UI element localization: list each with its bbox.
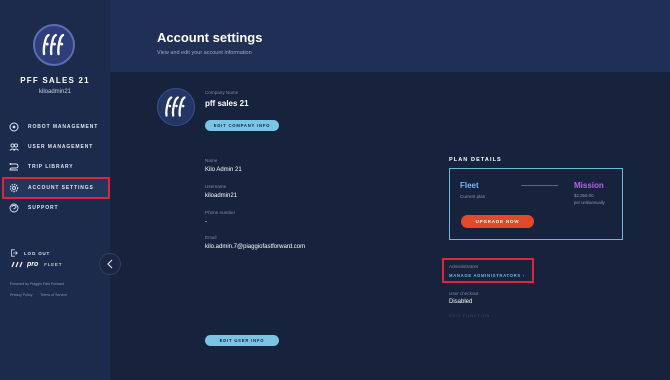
sidebar-item-trip-library[interactable]: TRIP LIBRARY <box>4 158 108 176</box>
sidebar-item-label: ACCOUNT SETTINGS <box>28 185 94 191</box>
username-label: Username <box>205 184 227 189</box>
phone-label: Phone number <box>205 210 236 215</box>
administrators-label: Administrators <box>449 264 479 269</box>
logout-button[interactable]: LOG OUT <box>10 249 50 257</box>
user-checkout-label: User checkout <box>449 291 479 296</box>
sidebar-item-account-settings[interactable]: ACCOUNT SETTINGS <box>2 177 110 199</box>
support-icon <box>8 202 20 214</box>
name-value: Kilo Admin 21 <box>205 167 242 173</box>
collapse-sidebar-button[interactable] <box>99 253 121 275</box>
upgrade-plan-period: per unit/annually <box>574 200 605 205</box>
current-plan-name: Fleet <box>460 181 479 190</box>
sidebar: PFF SALES 21 kiloadmin21 ROBOT MANAGEMEN… <box>0 0 110 380</box>
phone-value: - <box>205 219 207 225</box>
page-title: Account settings <box>157 30 263 45</box>
logout-icon <box>11 249 18 257</box>
user-checkout-value: Disabled <box>449 299 473 305</box>
page-subtitle: View and edit your account information <box>157 50 252 56</box>
pff-wordmark-icon <box>11 261 23 268</box>
plan-details-title: PLAN DETAILS <box>449 157 502 163</box>
current-plan-label: Current plan <box>460 194 486 199</box>
company-name: pff sales 21 <box>205 99 249 108</box>
company-name-label: Company Name <box>205 90 239 95</box>
edit-company-info-button[interactable]: EDIT COMPANY INFO <box>205 120 279 131</box>
sidebar-item-label: TRIP LIBRARY <box>28 164 74 170</box>
users-icon <box>8 141 20 153</box>
upgrade-plan-name: Mission <box>574 181 604 190</box>
legal-links: Privacy Policy Terms of Service <box>10 293 67 297</box>
terms-link[interactable]: Terms of Service <box>40 293 67 297</box>
administrators-highlight <box>442 258 534 283</box>
sidebar-item-label: USER MANAGEMENT <box>28 144 94 150</box>
powered-by: Powered by Piaggio Fast Forward <box>10 282 65 286</box>
sidebar-item-user-management[interactable]: USER MANAGEMENT <box>4 138 108 156</box>
company-logo <box>157 88 195 126</box>
edit-user-info-button[interactable]: EDIT USER INFO <box>205 335 279 346</box>
plan-divider <box>521 185 558 186</box>
sidebar-item-label: ROBOT MANAGEMENT <box>28 124 99 130</box>
privacy-link[interactable]: Privacy Policy <box>10 293 32 297</box>
username-value: kiloadmin21 <box>205 193 238 199</box>
brand-logo: pro FLEET <box>10 261 62 268</box>
chevron-left-icon <box>107 259 113 269</box>
page-header: Account settings View and edit your acco… <box>110 0 670 72</box>
pff-logo-icon <box>42 33 65 56</box>
robot-icon <box>8 121 20 133</box>
manage-administrators-link[interactable]: MANAGE ADMINISTRATORS › <box>449 273 525 278</box>
brand-pro: pro <box>27 261 39 268</box>
logout-label: LOG OUT <box>24 250 51 256</box>
sidebar-item-label: SUPPORT <box>28 205 59 211</box>
pff-logo-icon <box>165 96 186 117</box>
route-icon <box>8 161 20 173</box>
brand-fleet: FLEET <box>44 262 63 267</box>
email-value: kilo.admin.7@piaggiofastforward.com <box>205 244 306 250</box>
plan-card: Fleet Current plan Mission $2,355.00 per… <box>449 168 623 240</box>
email-label: Email <box>205 235 217 240</box>
name-label: Name <box>205 158 218 163</box>
org-logo <box>33 24 75 66</box>
org-name: PFF SALES 21 <box>20 76 90 85</box>
upgrade-plan-price: $2,355.00 <box>574 193 594 198</box>
upgrade-now-button[interactable]: UPGRADE NOW <box>461 215 534 228</box>
gear-icon <box>8 182 20 194</box>
sidebar-item-robot-management[interactable]: ROBOT MANAGEMENT <box>4 118 108 136</box>
edit-function-link[interactable]: EDIT FUNCTION › <box>449 313 494 318</box>
sidebar-username: kiloadmin21 <box>38 89 72 95</box>
sidebar-item-support[interactable]: SUPPORT <box>4 199 108 217</box>
